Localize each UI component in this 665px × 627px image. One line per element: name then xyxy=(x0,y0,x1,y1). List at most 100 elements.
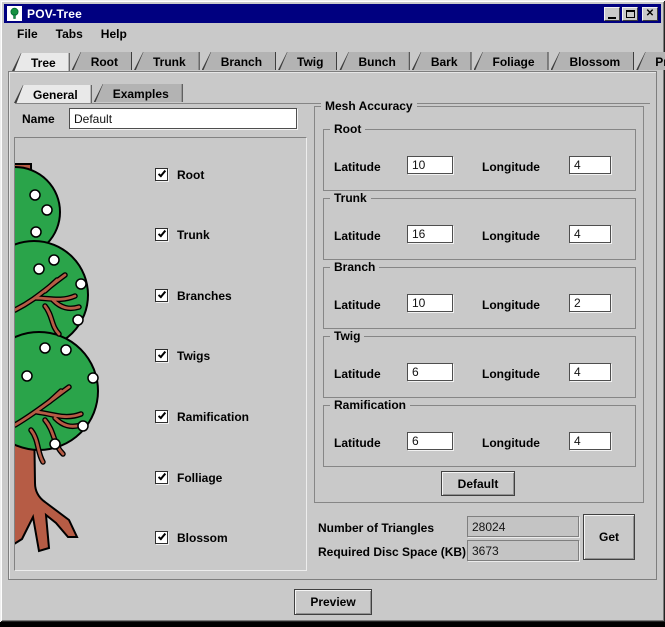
checkbox-row-branches: Branches xyxy=(155,288,232,303)
folliage-checkbox-label: Folliage xyxy=(177,471,222,485)
tab-foliage[interactable]: Foliage xyxy=(474,53,549,71)
window-frame: POV-Tree ✕ File Tabs Help Tree Root Trun… xyxy=(0,0,665,622)
latitude-label: Latitude xyxy=(334,298,381,312)
branches-checkbox[interactable] xyxy=(155,289,168,302)
window-controls: ✕ xyxy=(604,7,658,21)
check-icon xyxy=(157,532,165,541)
branch-longitude-input[interactable] xyxy=(569,294,611,312)
check-icon xyxy=(157,350,165,359)
longitude-label: Longitude xyxy=(482,229,540,243)
twig-longitude-input[interactable] xyxy=(569,363,611,381)
close-icon: ✕ xyxy=(646,8,654,20)
longitude-label: Longitude xyxy=(482,367,540,381)
ramification-latitude-input[interactable] xyxy=(407,432,453,450)
twigs-checkbox[interactable] xyxy=(155,349,168,362)
blossom-checkbox-label: Blossom xyxy=(177,531,228,545)
maximize-button[interactable] xyxy=(622,7,638,21)
ramification-checkbox[interactable] xyxy=(155,410,168,423)
minimize-button[interactable] xyxy=(604,7,620,21)
trunk-latitude-input[interactable] xyxy=(407,225,453,243)
get-button[interactable]: Get xyxy=(583,514,635,560)
mesh-group-branch: Branch Latitude Longitude xyxy=(323,267,636,329)
root-checkbox-label: Root xyxy=(177,168,204,182)
mesh-group-title: Twig xyxy=(330,329,364,343)
branch-latitude-input[interactable] xyxy=(407,294,453,312)
folliage-checkbox[interactable] xyxy=(155,471,168,484)
tree-components-panel: Root Trunk Branches Twigs Ramification F… xyxy=(14,137,307,571)
root-longitude-input[interactable] xyxy=(569,156,611,174)
check-icon xyxy=(157,290,165,299)
maximize-icon xyxy=(626,10,635,18)
tree-illustration xyxy=(15,138,135,570)
mesh-group-twig: Twig Latitude Longitude xyxy=(323,336,636,398)
default-button[interactable]: Default xyxy=(441,471,515,496)
triangles-label: Number of Triangles xyxy=(318,521,434,535)
tab-general[interactable]: General xyxy=(14,86,92,104)
mesh-group-title: Root xyxy=(330,122,365,136)
latitude-label: Latitude xyxy=(334,229,381,243)
check-icon xyxy=(157,169,165,178)
tab-trunk[interactable]: Trunk xyxy=(134,53,200,71)
main-tab-bar: Tree Root Trunk Branch Twig Bunch Bark F… xyxy=(12,49,665,72)
mesh-accuracy-title: Mesh Accuracy xyxy=(321,99,417,113)
mesh-group-trunk: Trunk Latitude Longitude xyxy=(323,198,636,260)
branches-checkbox-label: Branches xyxy=(177,289,232,303)
latitude-label: Latitude xyxy=(334,160,381,174)
tab-examples[interactable]: Examples xyxy=(94,85,183,103)
ramification-checkbox-label: Ramification xyxy=(177,410,249,424)
tree-icon xyxy=(7,6,22,21)
longitude-label: Longitude xyxy=(482,160,540,174)
tab-blossom[interactable]: Blossom xyxy=(551,53,635,71)
tab-tree[interactable]: Tree xyxy=(12,54,70,72)
checkbox-row-blossom: Blossom xyxy=(155,530,228,545)
sub-tab-bar: General Examples xyxy=(14,82,185,104)
tab-bunch[interactable]: Bunch xyxy=(339,53,409,71)
trunk-checkbox[interactable] xyxy=(155,228,168,241)
menu-tabs[interactable]: Tabs xyxy=(47,25,92,44)
title-bar[interactable]: POV-Tree ✕ xyxy=(4,4,661,23)
tab-root[interactable]: Root xyxy=(72,53,132,71)
root-checkbox[interactable] xyxy=(155,168,168,181)
name-input[interactable] xyxy=(69,108,297,129)
mesh-group-ramification: Ramification Latitude Longitude xyxy=(323,405,636,467)
preview-button[interactable]: Preview xyxy=(294,589,372,615)
menu-file[interactable]: File xyxy=(8,25,47,44)
mesh-group-title: Branch xyxy=(330,260,379,274)
blossom-checkbox[interactable] xyxy=(155,531,168,544)
check-icon xyxy=(157,229,165,238)
tab-twig[interactable]: Twig xyxy=(278,53,337,71)
tab-bark[interactable]: Bark xyxy=(412,53,472,71)
check-icon xyxy=(157,411,165,420)
tab-preview[interactable]: Preview xyxy=(636,53,665,71)
disc-space-label: Required Disc Space (KB) xyxy=(318,545,466,559)
mesh-group-title: Ramification xyxy=(330,398,410,412)
checkbox-row-root: Root xyxy=(155,167,204,182)
checkbox-row-trunk: Trunk xyxy=(155,227,210,242)
disc-space-value-field: 3673 xyxy=(467,540,579,561)
mesh-group-root: Root Latitude Longitude xyxy=(323,129,636,191)
menu-bar: File Tabs Help xyxy=(4,25,136,44)
window-title: POV-Tree xyxy=(27,7,599,21)
mesh-group-title: Trunk xyxy=(330,191,371,205)
latitude-label: Latitude xyxy=(334,367,381,381)
twig-latitude-input[interactable] xyxy=(407,363,453,381)
minimize-icon xyxy=(608,17,616,19)
pov-tree-window: POV-Tree ✕ File Tabs Help Tree Root Trun… xyxy=(0,0,665,627)
longitude-label: Longitude xyxy=(482,436,540,450)
trunk-longitude-input[interactable] xyxy=(569,225,611,243)
mesh-accuracy-group: Mesh Accuracy Root Latitude Longitude Tr… xyxy=(314,106,644,503)
checkbox-row-twigs: Twigs xyxy=(155,348,210,363)
ramification-longitude-input[interactable] xyxy=(569,432,611,450)
root-latitude-input[interactable] xyxy=(407,156,453,174)
name-label: Name xyxy=(22,112,55,126)
checkbox-row-folliage: Folliage xyxy=(155,470,222,485)
tab-branch[interactable]: Branch xyxy=(202,53,276,71)
menu-help[interactable]: Help xyxy=(92,25,136,44)
close-button[interactable]: ✕ xyxy=(642,7,658,21)
latitude-label: Latitude xyxy=(334,436,381,450)
trunk-checkbox-label: Trunk xyxy=(177,228,210,242)
checkbox-row-ramification: Ramification xyxy=(155,409,249,424)
check-icon xyxy=(157,472,165,481)
triangles-value-field: 28024 xyxy=(467,516,579,537)
longitude-label: Longitude xyxy=(482,298,540,312)
